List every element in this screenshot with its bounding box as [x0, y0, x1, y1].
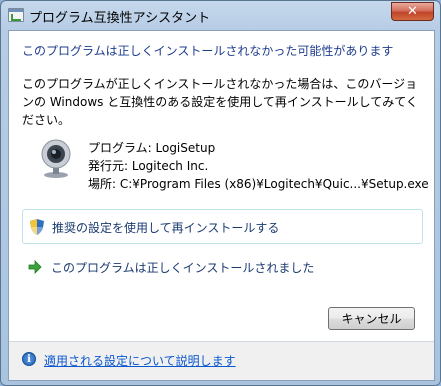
program-location: 場所: C:¥Program Files (x86)¥Logitech¥Quic… [88, 177, 429, 191]
close-button[interactable]: ✕ [391, 2, 434, 21]
applied-settings-help-link[interactable]: 適用される設定について説明します [44, 352, 236, 369]
title-bar[interactable]: プログラム互換性アシスタント ✕ [1, 1, 440, 29]
program-info: プログラム: LogiSetup 発行元: Logitech Inc. 場所: … [88, 139, 429, 193]
installed-correctly-option[interactable]: このプログラムは正しくインストールされました [22, 255, 423, 285]
cancel-button[interactable]: キャンセル [328, 307, 415, 330]
compatibility-icon [8, 8, 24, 22]
dialog-heading: このプログラムは正しくインストールされなかった可能性があります [22, 44, 394, 58]
program-name: プログラム: LogiSetup [88, 141, 216, 155]
reinstall-recommended-option[interactable]: 推奨の設定を使用して再インストールする [22, 209, 423, 244]
green-arrow-icon [28, 260, 42, 274]
window-title: プログラム互換性アシスタント [29, 11, 211, 26]
installed-correctly-label: このプログラムは正しくインストールされました [51, 261, 315, 275]
shield-icon [30, 219, 44, 235]
info-icon: i [22, 352, 36, 366]
webcam-icon [41, 139, 71, 178]
program-publisher: 発行元: Logitech Inc. [88, 159, 209, 173]
dialog-content: このプログラムは正しくインストールされなかった可能性があります このプログラムが… [8, 30, 435, 381]
reinstall-recommended-label: 推奨の設定を使用して再インストールする [52, 221, 280, 235]
dialog-description: このプログラムが正しくインストールされなかった場合は、このバージョンの Wind… [22, 77, 418, 127]
program-compatibility-window: プログラム互換性アシスタント ✕ このプログラムは正しくインストールされなかった… [0, 0, 441, 386]
